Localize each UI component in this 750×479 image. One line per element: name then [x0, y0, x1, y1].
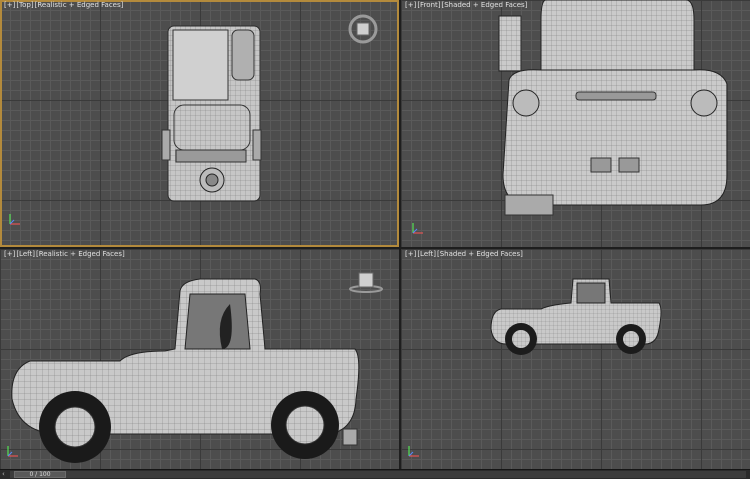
- axis-tripod-icon: [408, 446, 419, 457]
- truck-front-view: [498, 0, 728, 216]
- viewport-front[interactable]: [+][Front][Shaded + Edged Faces]: [401, 0, 750, 247]
- viewcube[interactable]: [348, 14, 378, 44]
- axis-tripod-icon: [7, 446, 18, 457]
- axis-tripod-icon: [9, 214, 20, 225]
- time-slider-track[interactable]: [10, 471, 746, 478]
- chevron-left-icon[interactable]: ‹: [2, 470, 5, 478]
- time-slider-thumb[interactable]: 0 / 100: [14, 471, 66, 478]
- viewport-left-shaded[interactable]: [+][Left][Shaded + Edged Faces]: [401, 249, 750, 469]
- frame-counter: 0 / 100: [29, 471, 51, 478]
- viewport-top[interactable]: [+][Top][Realistic + Edged Faces]: [0, 0, 399, 247]
- viewport-left[interactable]: [+][Left][Realistic + Edged Faces]: [0, 249, 399, 469]
- truck-left-small-view: [490, 278, 662, 355]
- truck-top-view: [161, 25, 262, 202]
- truck-left-view: [11, 278, 360, 463]
- axis-tripod-icon: [412, 223, 423, 234]
- viewcube[interactable]: [348, 269, 384, 295]
